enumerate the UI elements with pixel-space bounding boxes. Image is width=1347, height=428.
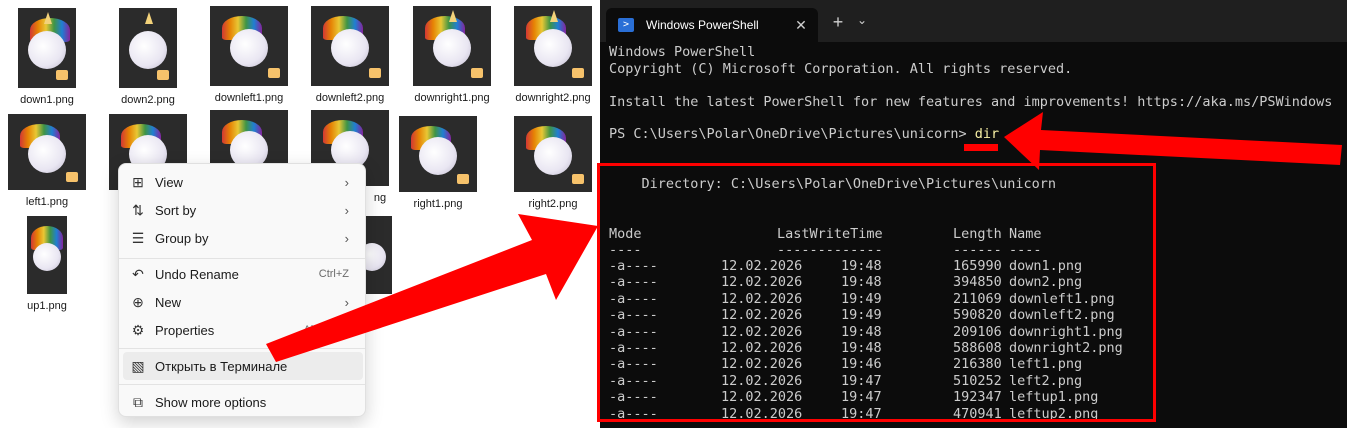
prompt: PS C:\Users\Polar\OneDrive\Pictures\unic…	[609, 126, 975, 142]
file-tile[interactable]: right2.png	[503, 116, 600, 210]
image-thumbnail	[210, 6, 288, 86]
context-menu: ⊞ View › ⇅ Sort by › ☰ Group by › ↶ Undo…	[118, 163, 366, 417]
chevron-right-icon: ›	[344, 230, 349, 246]
menu-item-label: View	[155, 174, 183, 190]
file-name: right1.png	[413, 198, 463, 210]
wrench-icon: ⚙	[131, 321, 145, 338]
banner-line: Install the latest PowerShell for new fe…	[609, 94, 1333, 110]
menu-item-sort-by[interactable]: ⇅ Sort by ›	[123, 196, 363, 224]
menu-item-view[interactable]: ⊞ View ›	[123, 168, 363, 196]
menu-item-group-by[interactable]: ☰ Group by ›	[123, 224, 363, 252]
image-thumbnail	[27, 216, 67, 294]
image-thumbnail	[399, 116, 477, 192]
image-thumbnail	[18, 8, 76, 88]
file-name: downleft1.png	[214, 92, 284, 104]
chevron-down-icon[interactable]: ⌄	[854, 13, 870, 27]
file-tile[interactable]: downright2.png	[503, 6, 600, 104]
shortcut-text: Alt+Enter	[303, 324, 349, 336]
tab-title: Windows PowerShell	[646, 18, 759, 32]
menu-item-label: Sort by	[155, 202, 197, 218]
chevron-right-icon: ›	[344, 294, 349, 310]
tab-powershell[interactable]: > Windows PowerShell ✕	[606, 8, 818, 42]
file-name: downleft2.png	[315, 92, 385, 104]
menu-item-show-more-options[interactable]: ⧉ Show more options	[123, 388, 363, 416]
powershell-icon: >	[618, 18, 634, 32]
file-name: downright1.png	[414, 92, 490, 104]
menu-divider	[119, 258, 365, 259]
annotation-box	[597, 163, 1156, 422]
grid-icon: ⊞	[132, 173, 144, 190]
file-name: down1.png	[20, 94, 74, 106]
new-tab-button[interactable]: +	[828, 12, 848, 33]
menu-divider	[119, 348, 365, 349]
file-tile[interactable]: left1.png	[0, 114, 97, 208]
menu-item-label: Undo Rename	[155, 266, 239, 282]
sort-icon: ⇅	[132, 201, 144, 218]
file-name: right2.png	[528, 198, 578, 210]
image-thumbnail	[413, 6, 491, 86]
menu-item-label: Group by	[155, 230, 209, 246]
menu-item-undo-rename[interactable]: ↶ Undo Rename Ctrl+Z	[123, 260, 363, 288]
banner-line: Copyright (C) Microsoft Corporation. All…	[609, 61, 1073, 77]
plus-circle-icon: ⊕	[132, 293, 144, 310]
chevron-right-icon: ›	[344, 202, 349, 218]
tab-bar: > Windows PowerShell ✕ + ⌄	[600, 0, 1347, 42]
file-tile[interactable]: down1.png	[0, 8, 97, 106]
file-tile[interactable]: downleft1.png	[199, 6, 299, 104]
list-icon: ☰	[131, 229, 145, 246]
file-tile[interactable]: right1.png	[388, 116, 488, 210]
file-tile[interactable]: up1.png	[0, 216, 97, 312]
terminal-icon: ▧	[131, 357, 145, 374]
menu-item-open-in-terminal[interactable]: ▧ Открыть в Терминале	[123, 352, 363, 380]
menu-item-new[interactable]: ⊕ New ›	[123, 288, 363, 316]
annotation-underline	[964, 144, 998, 151]
file-name: down2.png	[121, 94, 175, 106]
image-thumbnail	[119, 8, 177, 88]
file-tile[interactable]: downleft2.png	[300, 6, 400, 104]
image-thumbnail	[8, 114, 86, 190]
image-thumbnail	[514, 6, 592, 86]
image-thumbnail	[514, 116, 592, 192]
file-name: up1.png	[27, 300, 67, 312]
file-name: downright2.png	[515, 92, 591, 104]
command-text: dir	[974, 126, 1000, 142]
prompt-line[interactable]: PS C:\Users\Polar\OneDrive\Pictures\unic…	[609, 126, 999, 142]
close-icon[interactable]: ✕	[790, 17, 812, 34]
menu-divider	[119, 384, 365, 385]
file-name: left1.png	[25, 196, 69, 208]
menu-item-properties[interactable]: ⚙ Properties Alt+Enter	[123, 316, 363, 344]
banner-line: Windows PowerShell	[609, 44, 756, 60]
shortcut-text: Ctrl+Z	[318, 268, 349, 280]
menu-item-label: New	[155, 294, 182, 310]
chevron-right-icon: ›	[344, 174, 349, 190]
menu-item-label: Properties	[155, 322, 215, 338]
menu-item-label: Открыть в Терминале	[155, 358, 288, 374]
file-tile[interactable]: downright1.png	[402, 6, 502, 104]
menu-item-label: Show more options	[155, 394, 267, 410]
file-tile[interactable]: down2.png	[98, 8, 198, 106]
undo-icon: ↶	[132, 265, 144, 282]
share-icon: ⧉	[133, 393, 143, 410]
image-thumbnail	[311, 6, 389, 86]
